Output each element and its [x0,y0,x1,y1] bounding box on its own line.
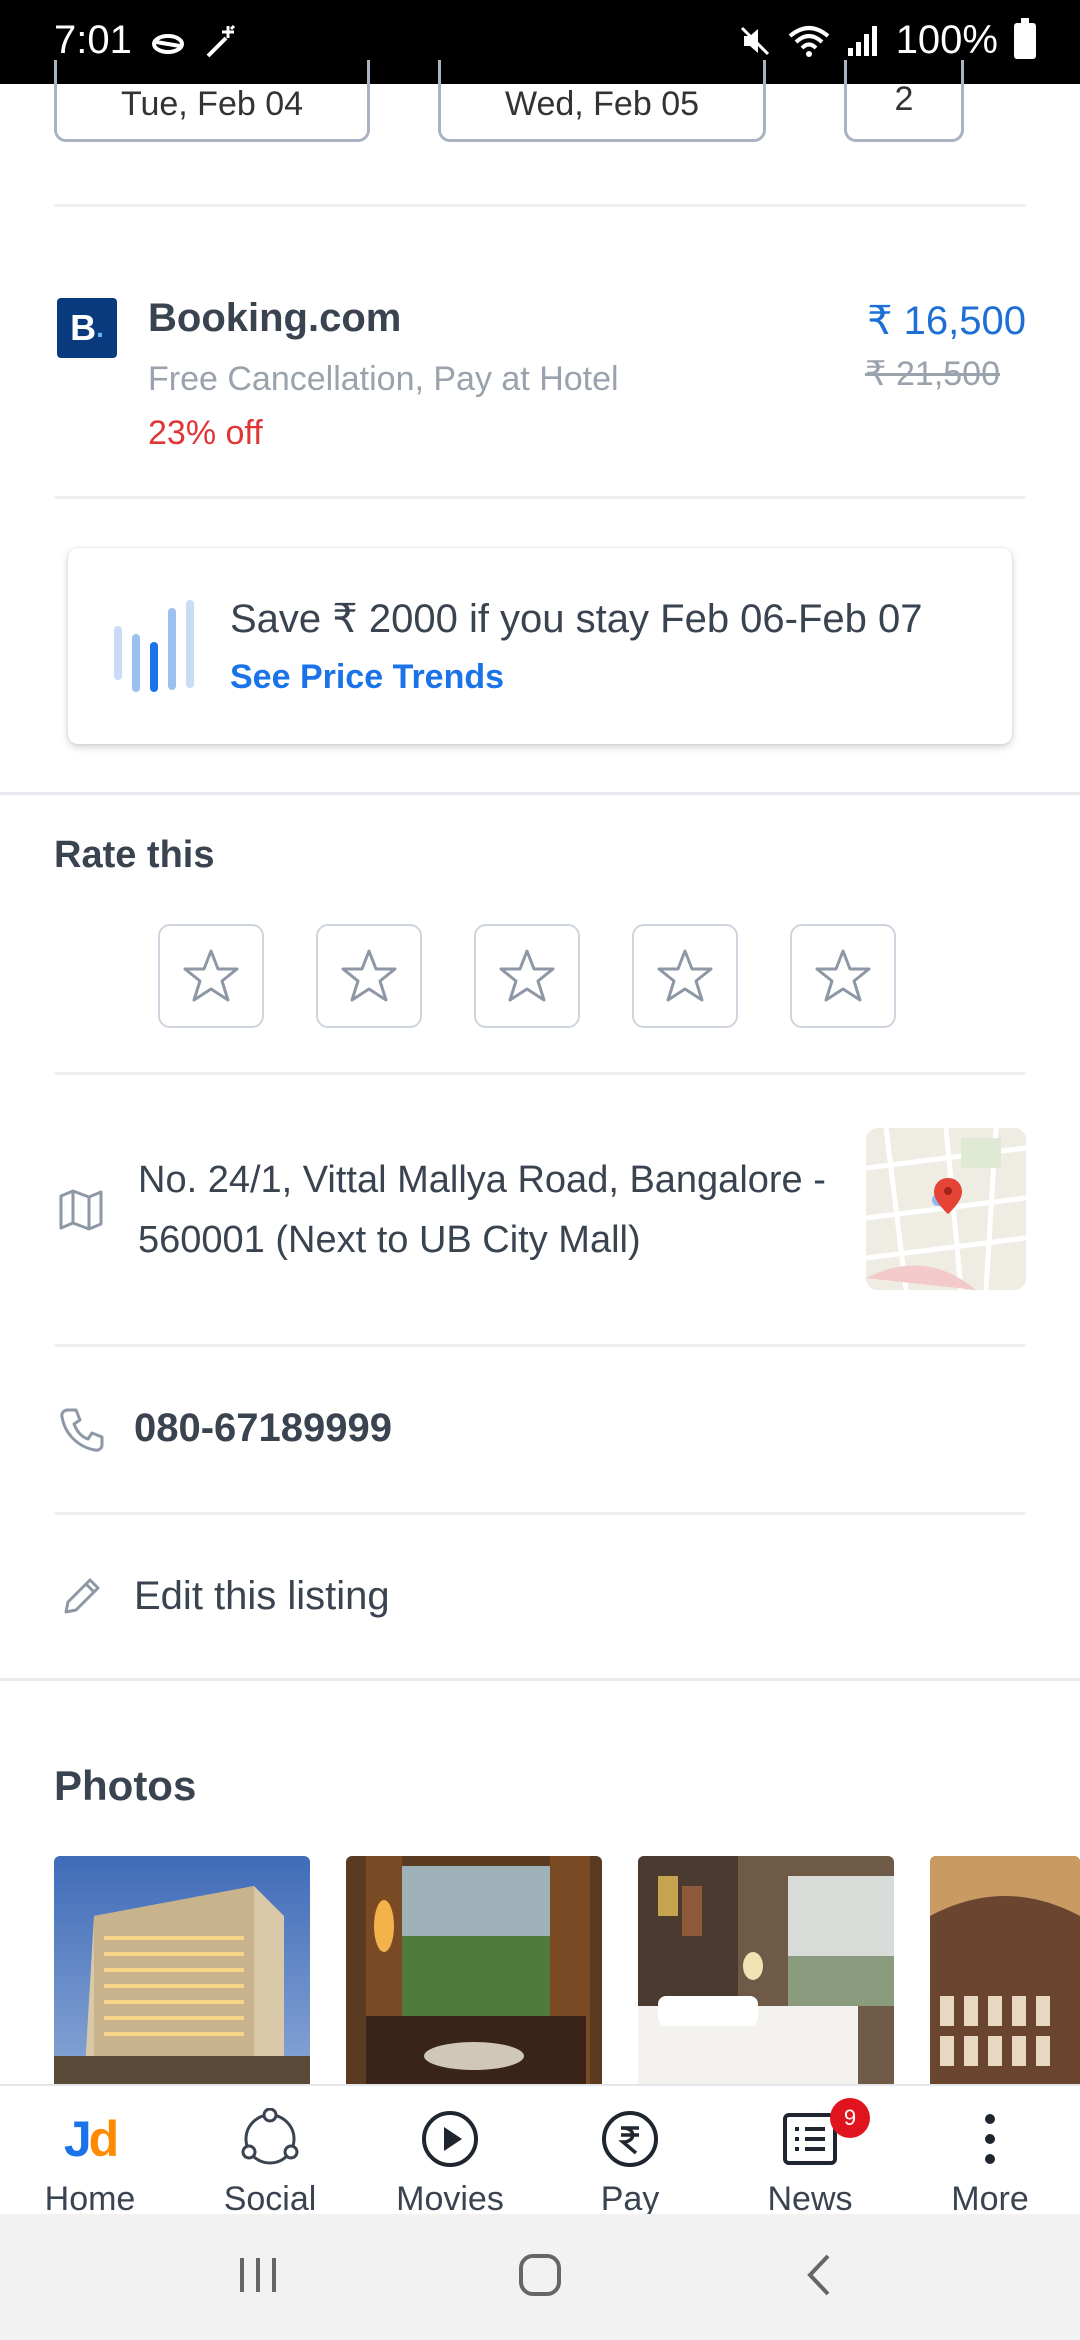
see-price-trends-link[interactable]: See Price Trends [230,658,504,697]
photo-bedroom[interactable] [638,1856,894,2086]
photo-hotel-exterior[interactable] [54,1856,310,2086]
checkin-date-field[interactable]: Tue, Feb 04 [54,60,370,142]
nav-home[interactable]: Jd Home [0,2108,180,2219]
address-text[interactable]: No. 24/1, Vittal Mallya Road, Bangalore … [138,1150,838,1270]
divider [54,1512,1026,1515]
rate-star-4[interactable] [632,924,738,1028]
edit-listing-link[interactable]: Edit this listing [134,1574,390,1619]
back-icon[interactable] [800,2250,836,2300]
rate-star-2[interactable] [316,924,422,1028]
battery-icon [1014,17,1036,59]
booking-logo: B. [57,298,117,358]
price-trend-card[interactable]: Save ₹ 2000 if you stay Feb 06-Feb 07 Se… [68,548,1012,744]
offer-discount: 23% off [148,414,263,452]
home-button-icon[interactable] [516,2250,564,2300]
divider [54,1072,1026,1075]
recent-apps-icon[interactable] [236,2250,280,2300]
system-nav-bar [0,2214,1080,2340]
rate-star-5[interactable] [790,924,896,1028]
star-icon [657,949,713,1002]
signal-icon [847,25,877,56]
mute-icon [740,26,769,55]
photo-banquet-hall[interactable] [930,1856,1080,2086]
offer-subtitle: Free Cancellation, Pay at Hotel [148,360,619,398]
map-thumbnail[interactable] [866,1128,1026,1290]
checkout-date-field[interactable]: Wed, Feb 05 [438,60,766,142]
status-time: 7:01 [54,18,132,62]
play-icon [422,2111,478,2167]
bottom-nav: Jd Home Social Movies Pay 9 News More [0,2084,1080,2218]
photos-title: Photos [54,1762,197,1809]
section-divider [0,1678,1080,1681]
jd-logo-icon: Jd [63,2111,119,2167]
rate-title: Rate this [54,834,215,876]
divider [54,496,1026,499]
phone-number[interactable]: 080-67189999 [134,1406,392,1451]
rate-star-1[interactable] [158,924,264,1028]
more-vertical-icon [985,2114,995,2164]
magic-wand-icon [206,24,236,58]
divider [54,204,1026,207]
phone-icon [60,1408,104,1452]
offer-original-price: ₹ 21,500 [864,355,1000,393]
news-badge: 9 [830,2098,870,2138]
rupee-icon [602,2111,658,2167]
divider [54,1344,1026,1347]
offer-price: ₹ 16,500 [867,299,1026,343]
sync-icon [152,34,184,54]
star-icon [815,949,871,1002]
star-icon [341,949,397,1002]
star-icon [183,949,239,1002]
section-divider [0,792,1080,795]
nav-more[interactable]: More [900,2108,1080,2219]
wifi-icon [788,25,829,57]
bar-chart-icon [114,600,194,692]
battery-percent: 100% [895,18,998,62]
guests-field[interactable]: 2 [844,60,964,142]
offer-provider: Booking.com [148,296,402,340]
map-icon [59,1189,103,1231]
hotel-listing-screen: 7:01 100% Tue, Feb 04 Wed, Feb 05 2 B. B… [0,0,1080,2340]
nav-movies[interactable]: Movies [360,2108,540,2219]
photo-lounge-view[interactable] [346,1856,602,2086]
nav-social[interactable]: Social [180,2108,360,2219]
price-trend-message: Save ₹ 2000 if you stay Feb 06-Feb 07 [230,597,923,641]
pencil-icon [64,1578,100,1614]
nav-news[interactable]: 9 News [720,2098,900,2219]
star-icon [499,949,555,1002]
nav-pay[interactable]: Pay [540,2108,720,2219]
rate-star-3[interactable] [474,924,580,1028]
social-icon [241,2108,299,2165]
